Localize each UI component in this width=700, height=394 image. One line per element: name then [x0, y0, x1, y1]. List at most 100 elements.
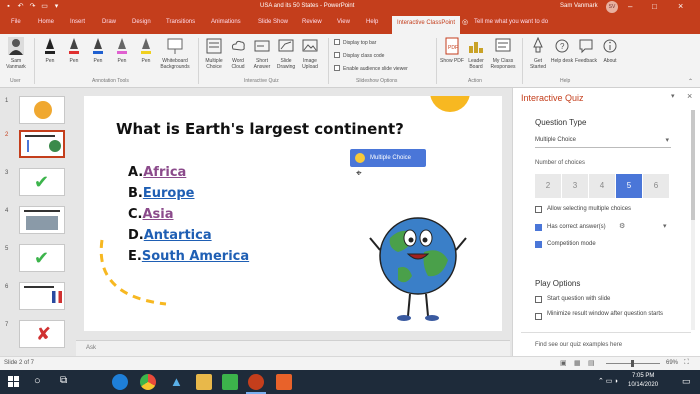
audience-slide-viewer-checkbox[interactable]: Enable audience slide viewer: [334, 65, 408, 72]
undo-icon[interactable]: ↶: [16, 3, 25, 11]
minimize-result-checkbox[interactable]: [535, 313, 542, 320]
user-button-label: Sam Vanmark: [6, 58, 26, 70]
tab-review[interactable]: Review: [302, 19, 322, 25]
task-view-icon[interactable]: ⧉: [60, 375, 67, 386]
slide-thumb-1[interactable]: [19, 96, 65, 124]
user-button[interactable]: Sam Vanmark: [4, 37, 28, 70]
choice-count-6[interactable]: 6: [643, 174, 669, 198]
tab-design[interactable]: Design: [132, 19, 151, 25]
multiple-choice-button[interactable]: Multiple Choice: [202, 37, 226, 70]
competition-mode-checkbox[interactable]: [535, 241, 542, 248]
camtasia-icon[interactable]: [222, 374, 238, 390]
question-type-dropdown[interactable]: Multiple Choice ▾: [535, 134, 671, 148]
feedback-button[interactable]: Feedback: [574, 37, 598, 64]
answer-a[interactable]: A.Africa: [128, 165, 186, 180]
tell-me-search[interactable]: Tell me what you want to do: [474, 19, 548, 25]
answer-b[interactable]: B.Europe: [128, 186, 194, 201]
choice-count-2[interactable]: 2: [535, 174, 561, 198]
help-desk-button[interactable]: ? Help desk: [550, 37, 574, 64]
zoom-slider[interactable]: [606, 360, 660, 367]
slide-thumb-3[interactable]: ✔: [19, 168, 65, 196]
pane-close-icon[interactable]: ×: [687, 91, 692, 101]
tab-insert[interactable]: Insert: [70, 19, 85, 25]
tab-view[interactable]: View: [337, 19, 350, 25]
slide-thumb-7[interactable]: ✘: [19, 320, 65, 348]
clock-date[interactable]: 10/14/2020: [628, 382, 658, 388]
has-correct-answer-checkbox[interactable]: [535, 224, 542, 231]
save-icon[interactable]: ▪: [4, 3, 13, 11]
pane-scrollbar[interactable]: [691, 110, 695, 330]
customize-icon[interactable]: ▾: [52, 3, 61, 11]
pen-red-button[interactable]: Pen: [62, 37, 86, 64]
powerpoint-icon[interactable]: [248, 374, 264, 390]
leader-board-button[interactable]: Leader Board: [464, 37, 488, 70]
whiteboard-button[interactable]: Whiteboard Backgrounds: [158, 37, 192, 70]
file-explorer-icon[interactable]: [196, 374, 212, 390]
zoom-level[interactable]: 69%: [666, 360, 678, 366]
short-answer-button[interactable]: Short Answer: [250, 37, 274, 70]
app-triangle-icon[interactable]: ▲: [170, 374, 183, 389]
choice-count-5[interactable]: 5: [616, 174, 642, 198]
slide-drawing-button[interactable]: Slide Drawing: [274, 37, 298, 70]
normal-view-icon[interactable]: ▣: [560, 359, 567, 367]
notes-pane[interactable]: Ask: [76, 340, 510, 356]
tab-animations[interactable]: Animations: [211, 19, 241, 25]
windows-start-icon[interactable]: [8, 376, 20, 388]
pen-blue-button[interactable]: Pen: [86, 37, 110, 64]
pen-pink-button[interactable]: Pen: [110, 37, 134, 64]
image-upload-button[interactable]: Image Upload: [298, 37, 322, 70]
correct-answer-icon[interactable]: ⚙: [619, 222, 625, 230]
show-pdf-button[interactable]: PDF Show PDF: [440, 37, 464, 64]
choice-count-3[interactable]: 3: [562, 174, 588, 198]
tab-home[interactable]: Home: [38, 19, 54, 25]
network-icon[interactable]: ⌃ ▭ ◗: [598, 377, 619, 385]
present-icon[interactable]: ▭: [40, 3, 49, 11]
tab-file[interactable]: File: [11, 19, 21, 25]
get-started-button[interactable]: Get Started: [526, 37, 550, 70]
slide-canvas[interactable]: What is Earth's largest continent? Multi…: [84, 96, 502, 331]
multiple-choice-badge[interactable]: Multiple Choice: [350, 149, 426, 167]
word-cloud-button[interactable]: Word Cloud: [226, 37, 250, 70]
redo-icon[interactable]: ↷: [28, 3, 37, 11]
slide-thumb-6[interactable]: [19, 282, 65, 310]
quiz-examples-link[interactable]: Find see our quiz examples here: [535, 342, 622, 348]
avatar[interactable]: SV: [606, 1, 618, 13]
my-class-responses-button[interactable]: My Class Responses: [488, 37, 518, 70]
slide-sorter-icon[interactable]: ▦: [574, 359, 581, 367]
about-button[interactable]: About: [598, 37, 622, 64]
zoom-slider-thumb[interactable]: [631, 360, 634, 367]
pane-scroll-thumb[interactable]: [691, 110, 695, 220]
classpoint-icon[interactable]: [276, 374, 292, 390]
pen-yellow-button[interactable]: Pen: [134, 37, 158, 64]
tab-slide-show[interactable]: Slide Show: [258, 19, 288, 25]
choice-count-4[interactable]: 4: [589, 174, 615, 198]
question-title[interactable]: What is Earth's largest continent?: [116, 120, 404, 138]
minimize-icon[interactable]: –: [628, 2, 632, 11]
display-top-bar-checkbox[interactable]: Display top bar: [334, 39, 376, 46]
tab-draw[interactable]: Draw: [102, 19, 116, 25]
chrome-icon[interactable]: [140, 374, 156, 390]
collapse-ribbon-icon[interactable]: ⌃: [688, 78, 693, 85]
search-icon[interactable]: ○: [34, 375, 41, 387]
slide-thumb-5[interactable]: ✔: [19, 244, 65, 272]
answer-c[interactable]: C.Asia: [128, 207, 174, 222]
allow-multiple-checkbox[interactable]: [535, 206, 542, 213]
fit-slide-icon[interactable]: ⛶: [684, 359, 689, 367]
edge-icon[interactable]: [112, 374, 128, 390]
chevron-down-icon[interactable]: ▾: [663, 222, 667, 230]
tab-transitions[interactable]: Transitions: [166, 19, 195, 25]
pane-options-icon[interactable]: ▾: [671, 92, 675, 100]
slide-thumb-4[interactable]: [19, 206, 65, 234]
close-icon[interactable]: ×: [678, 1, 683, 11]
maximize-icon[interactable]: □: [652, 2, 657, 11]
tab-interactive-classpoint[interactable]: Interactive ClassPoint: [392, 16, 461, 34]
reading-view-icon[interactable]: ▤: [588, 359, 595, 367]
display-class-code-checkbox[interactable]: Display class code: [334, 52, 384, 59]
slide-thumb-2[interactable]: [19, 130, 65, 158]
pen-black-button[interactable]: Pen: [38, 37, 62, 64]
tab-help[interactable]: Help: [366, 19, 378, 25]
start-with-slide-checkbox[interactable]: [535, 296, 542, 303]
notifications-icon[interactable]: ▭: [682, 376, 691, 387]
clock-time[interactable]: 7:05 PM: [632, 373, 654, 379]
user-name[interactable]: Sam Vanmark: [560, 3, 598, 9]
